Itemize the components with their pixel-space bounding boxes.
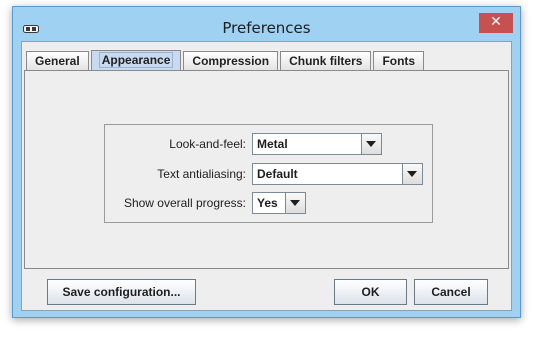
tab-compression[interactable]: Compression [183, 51, 279, 70]
preferences-window: Preferences ✕ General Appearance Compres… [12, 6, 521, 318]
tab-fonts[interactable]: Fonts [373, 51, 425, 70]
look-and-feel-value: Metal [257, 137, 288, 151]
chevron-down-icon[interactable] [402, 164, 422, 184]
look-and-feel-row: Look-and-feel: Metal [105, 133, 432, 157]
window-title: Preferences [222, 19, 311, 37]
save-configuration-button[interactable]: Save configuration... [47, 279, 196, 305]
close-icon: ✕ [490, 14, 502, 30]
tab-label: Chunk filters [289, 54, 363, 68]
look-and-feel-label: Look-and-feel: [169, 137, 246, 151]
tab-general[interactable]: General [26, 51, 89, 70]
ok-button[interactable]: OK [334, 279, 407, 305]
appearance-panel: Look-and-feel: Metal Text antialiasing: … [24, 70, 509, 269]
text-antialiasing-row: Text antialiasing: Default [105, 163, 432, 187]
tab-chunk-filters[interactable]: Chunk filters [280, 51, 372, 70]
look-and-feel-select[interactable]: Metal [252, 133, 382, 155]
show-overall-progress-label: Show overall progress: [123, 196, 246, 210]
close-button[interactable]: ✕ [479, 13, 513, 33]
appearance-settings-group: Look-and-feel: Metal Text antialiasing: … [104, 124, 433, 223]
text-antialiasing-select[interactable]: Default [252, 163, 423, 185]
tab-appearance[interactable]: Appearance [90, 50, 182, 70]
tab-label: Fonts [382, 54, 416, 68]
chevron-down-icon[interactable] [285, 193, 305, 213]
dialog-content: General Appearance Compression Chunk fil… [21, 41, 512, 311]
cancel-button[interactable]: Cancel [414, 279, 488, 305]
chevron-down-icon[interactable] [361, 134, 381, 154]
show-overall-progress-row: Show overall progress: Yes [105, 192, 432, 216]
text-antialiasing-label: Text antialiasing: [157, 167, 246, 181]
tab-label: General [35, 54, 80, 68]
show-overall-progress-select[interactable]: Yes [252, 192, 306, 214]
show-overall-progress-value: Yes [257, 196, 278, 210]
tab-label: Compression [192, 54, 270, 68]
text-antialiasing-value: Default [257, 167, 298, 181]
tab-strip: General Appearance Compression Chunk fil… [26, 48, 426, 70]
tab-label: Appearance [98, 52, 174, 68]
